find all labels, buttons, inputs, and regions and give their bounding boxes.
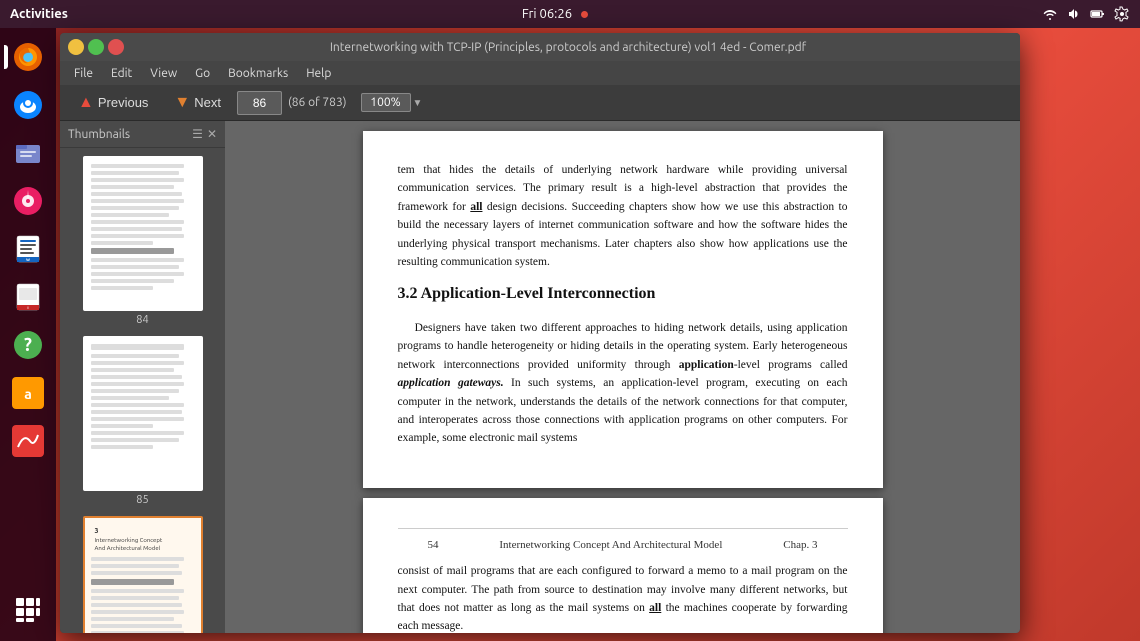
minimize-button[interactable]: − — [68, 39, 84, 55]
settings-icon[interactable] — [1114, 6, 1130, 22]
libreoffice-impress-icon[interactable]: I — [7, 276, 49, 318]
maximize-button[interactable]: □ — [88, 39, 104, 55]
content-area: Thumbnails ☰ ✕ — [60, 121, 1020, 633]
pdf-paragraph-1: tem that hides the details of underlying… — [398, 161, 848, 271]
zoom-display: 100% ▼ — [361, 93, 423, 112]
close-button[interactable]: × — [108, 39, 124, 55]
window-controls: − □ × — [68, 39, 124, 55]
svg-text:I: I — [27, 305, 28, 310]
thumbnails-title: Thumbnails — [68, 128, 130, 141]
thumbnails-close-icon[interactable]: ✕ — [207, 127, 217, 141]
footer-chapter-title: Internetworking Concept And Architectura… — [499, 537, 722, 555]
menu-help[interactable]: Help — [298, 65, 339, 82]
libreoffice-writer-icon[interactable]: W — [7, 228, 49, 270]
thunderbird-icon[interactable] — [7, 84, 49, 126]
svg-text:a: a — [24, 386, 32, 402]
pdf-paragraph-2: Designers have taken two different appro… — [398, 319, 848, 448]
thumbnails-list: 84 — [60, 148, 225, 633]
notification-dot — [581, 11, 588, 18]
thumbnails-header: Thumbnails ☰ ✕ — [60, 121, 225, 148]
pdf-content-area[interactable]: tem that hides the details of underlying… — [225, 121, 1020, 633]
svg-text:?: ? — [24, 335, 32, 355]
next-button[interactable]: ▼ Next — [164, 90, 231, 116]
pdf-paragraph-3: consist of mail programs that are each c… — [398, 562, 848, 633]
amazon-icon[interactable]: a — [7, 372, 49, 414]
next-arrow-icon: ▼ — [174, 94, 190, 112]
thumbnail-label-85: 85 — [136, 494, 148, 506]
thumbnail-image-85 — [83, 336, 203, 491]
previous-label: Previous — [98, 95, 149, 110]
thumbnail-image-84 — [83, 156, 203, 311]
volume-icon[interactable] — [1066, 6, 1082, 22]
signature-icon[interactable] — [7, 420, 49, 462]
svg-text:W: W — [26, 257, 30, 262]
menu-bar: File Edit View Go Bookmarks Help — [60, 61, 1020, 85]
menu-edit[interactable]: Edit — [103, 65, 140, 82]
toolbar: ▲ Previous ▼ Next (86 of 783) 100% ▼ — [60, 85, 1020, 121]
battery-icon[interactable] — [1090, 6, 1106, 22]
system-bar: Activities Fri 06:26 — [0, 0, 1140, 28]
previous-arrow-icon: ▲ — [78, 94, 94, 112]
next-label: Next — [194, 95, 221, 110]
thumbnail-label-84: 84 — [136, 314, 148, 326]
footer-chap-ref: Chap. 3 — [783, 537, 817, 555]
pdf-window: − □ × Internetworking with TCP-IP (Princ… — [60, 33, 1020, 633]
zoom-value: 100% — [361, 93, 411, 112]
window-titlebar: − □ × Internetworking with TCP-IP (Princ… — [60, 33, 1020, 61]
system-clock: Fri 06:26 — [522, 7, 572, 21]
thumbnail-page-84[interactable]: 84 — [83, 156, 203, 326]
files-icon[interactable] — [7, 132, 49, 174]
thumbnail-image-86: 3 Internetworking ConceptAnd Architectur… — [83, 516, 203, 633]
page-info: (86 of 783) — [288, 96, 347, 109]
zoom-dropdown-icon[interactable]: ▼ — [413, 97, 423, 109]
window-title: Internetworking with TCP-IP (Principles,… — [124, 41, 1012, 54]
page-number-input[interactable] — [237, 91, 282, 115]
menu-file[interactable]: File — [66, 65, 101, 82]
footer-page-number: 54 — [428, 537, 439, 555]
pdf-page-top: tem that hides the details of underlying… — [363, 131, 883, 488]
thumbnails-panel: Thumbnails ☰ ✕ — [60, 121, 225, 633]
wifi-icon[interactable] — [1042, 6, 1058, 22]
rhythmbox-icon[interactable] — [7, 180, 49, 222]
activities-button[interactable]: Activities — [10, 7, 68, 21]
thumbnails-sidebar-icon[interactable]: ☰ — [192, 127, 203, 141]
thumbnail-page-85[interactable]: 85 — [83, 336, 203, 506]
pdf-page-54: 54 Internetworking Concept And Architect… — [363, 498, 883, 633]
menu-bookmarks[interactable]: Bookmarks — [220, 65, 296, 82]
previous-button[interactable]: ▲ Previous — [68, 90, 158, 116]
pdf-page-footer: 54 Internetworking Concept And Architect… — [398, 528, 848, 563]
thumbnail-page-86[interactable]: 3 Internetworking ConceptAnd Architectur… — [83, 516, 203, 633]
menu-go[interactable]: Go — [187, 65, 218, 82]
menu-view[interactable]: View — [142, 65, 185, 82]
app-grid-area — [7, 589, 49, 631]
desktop: W I ? a — [0, 28, 1140, 641]
app-grid-icon[interactable] — [7, 589, 49, 631]
firefox-icon[interactable] — [7, 36, 49, 78]
help-icon[interactable]: ? — [7, 324, 49, 366]
pdf-section-title: 3.2 Application-Level Interconnection — [398, 281, 848, 307]
taskbar: W I ? a — [0, 28, 56, 641]
